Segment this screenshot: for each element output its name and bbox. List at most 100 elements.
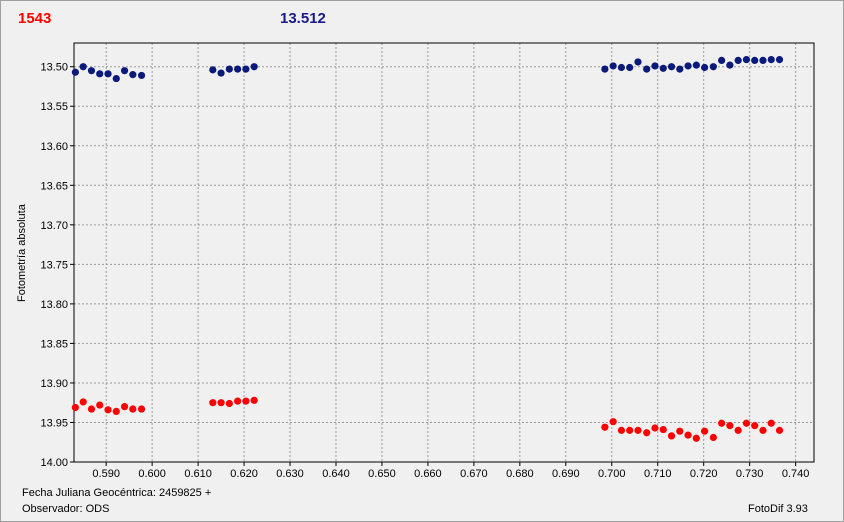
data-point	[667, 432, 676, 440]
x-tick-label: 0.720	[690, 468, 718, 480]
data-point	[701, 63, 709, 72]
data-point	[225, 65, 233, 73]
data-point	[96, 70, 104, 78]
data-point	[225, 399, 233, 408]
data-point	[129, 71, 137, 79]
data-point	[676, 427, 684, 435]
x-axis: 0.590 0.600 0.610 0.620 0.630 0.640 0.650 0.660…	[92, 462, 809, 480]
data-point	[617, 63, 626, 72]
data-point	[87, 405, 96, 413]
x-tick-label: 0.590	[92, 468, 120, 480]
x-tick-label: 0.700	[598, 468, 626, 480]
data-point	[718, 419, 726, 427]
data-point	[217, 69, 225, 77]
y-tick-label: 13.90	[40, 378, 68, 390]
data-point	[634, 426, 642, 434]
data-point	[692, 434, 700, 442]
x-tick-label: 0.680	[506, 468, 534, 480]
data-point	[709, 63, 717, 71]
data-point	[96, 401, 104, 409]
x-tick-label: 0.690	[552, 468, 580, 480]
data-point	[684, 431, 692, 439]
observer-label: Observador: ODS	[22, 503, 110, 515]
data-point	[609, 62, 617, 70]
data-point	[651, 424, 659, 432]
data-point	[659, 64, 667, 72]
y-tick-label: 13.95	[40, 417, 68, 429]
data-point	[601, 65, 609, 73]
x-tick-label: 0.620	[230, 468, 258, 480]
data-point	[242, 397, 250, 405]
y-tick-label: 13.80	[40, 299, 68, 311]
data-point	[626, 426, 634, 434]
software-label: FotoDif 3.93	[748, 503, 808, 515]
y-tick-label: 13.75	[40, 259, 68, 271]
grid	[74, 43, 814, 463]
data-point	[209, 399, 217, 407]
x-tick-label: 0.630	[276, 468, 304, 480]
data-point	[718, 56, 726, 64]
data-point	[250, 396, 258, 404]
data-point	[775, 426, 784, 434]
y-tick-label: 13.60	[40, 141, 68, 153]
data-point	[643, 429, 651, 437]
data-point	[767, 419, 775, 427]
data-point	[759, 56, 767, 64]
y-tick-label: 13.65	[40, 180, 68, 192]
data-point	[759, 426, 767, 434]
data-point	[742, 56, 751, 64]
data-point	[209, 66, 217, 74]
data-point	[767, 56, 775, 64]
y-tick-label: 13.85	[40, 338, 68, 350]
y-tick-label: 14.00	[40, 457, 68, 469]
data-point	[250, 63, 258, 71]
y-axis-label: Fotometría absoluta	[16, 204, 28, 302]
data-point	[104, 70, 112, 78]
data-point	[734, 426, 742, 434]
data-point	[79, 398, 87, 406]
data-point	[112, 74, 120, 83]
data-point	[751, 56, 759, 64]
data-point	[601, 423, 609, 431]
x-tick-label: 0.640	[322, 468, 350, 480]
data-point	[659, 425, 667, 434]
lightcurve-chart: 13.50 13.55 13.60 13.65 13.70 13.75 13.80 13.85…	[40, 42, 815, 480]
data-point	[242, 65, 250, 73]
data-point	[643, 65, 651, 73]
y-tick-label: 13.50	[40, 62, 68, 74]
x-tick-label: 0.650	[368, 468, 396, 480]
data-point	[137, 405, 146, 413]
data-point	[87, 67, 96, 75]
x-tick-label: 0.710	[644, 468, 672, 480]
data-point	[609, 418, 617, 426]
data-point	[751, 422, 759, 430]
data-point	[104, 406, 112, 414]
data-point	[617, 426, 626, 434]
y-tick-label: 13.55	[40, 101, 68, 113]
data-point	[71, 403, 79, 412]
data-point	[734, 56, 742, 64]
data-point	[676, 65, 684, 73]
data-point	[79, 63, 87, 71]
y-axis: 13.50 13.55 13.60 13.65 13.70 13.75 13.80 13.85…	[40, 62, 74, 469]
data-point	[112, 407, 120, 416]
data-point	[651, 62, 659, 70]
data-point	[775, 56, 784, 64]
data-point	[667, 63, 676, 71]
data-point	[120, 67, 129, 75]
julian-date-label: Fecha Juliana Geocéntrica: 2459825 +	[22, 487, 212, 499]
data-point	[234, 65, 242, 73]
data-point	[626, 63, 634, 72]
data-point	[634, 58, 642, 66]
data-point	[709, 433, 717, 442]
x-tick-label: 0.740	[782, 468, 810, 480]
x-tick-label: 0.670	[460, 468, 488, 480]
data-point	[692, 61, 700, 69]
data-point	[129, 405, 137, 413]
data-point	[742, 419, 751, 427]
data-point	[684, 62, 692, 70]
x-tick-label: 0.730	[736, 468, 764, 480]
y-tick-label: 13.70	[40, 220, 68, 232]
data-point	[120, 403, 129, 411]
data-point	[701, 427, 709, 435]
